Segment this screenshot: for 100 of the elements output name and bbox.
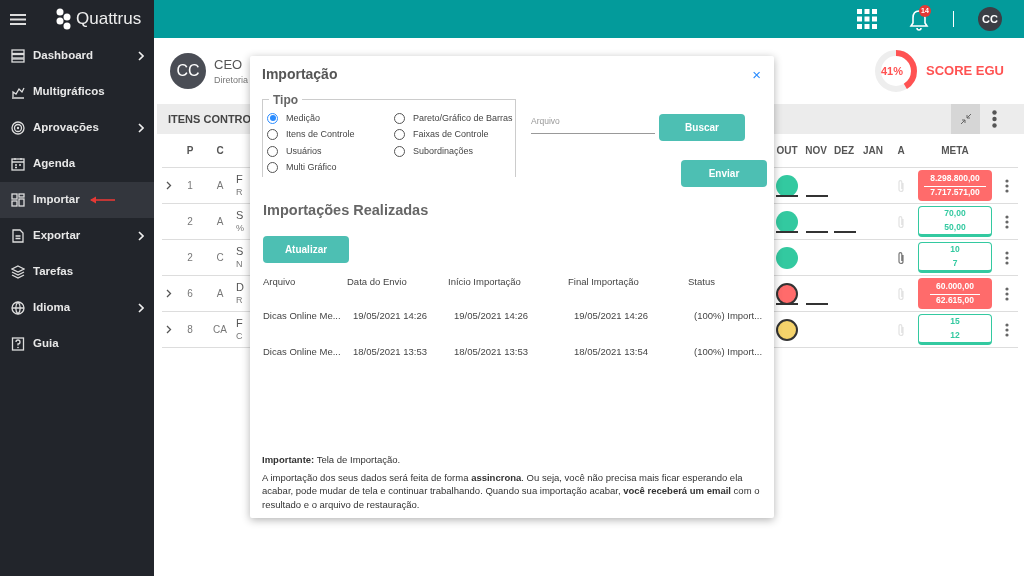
radio-option[interactable]: Usuários bbox=[267, 143, 394, 160]
note-paragraph: A importação dos seus dados será feita de forma assincrona. Ou seja, você não precisa mais ficar esperando ela acabar, pode mudar de tela e continuar trabalhando. Quando sua importação acabar, você receberá um email com o resultado e o arquivo de restauração. bbox=[262, 470, 761, 512]
profile-department: Diretoria bbox=[214, 74, 248, 87]
item-label: Tarefas bbox=[33, 264, 74, 280]
field-label: Arquivo bbox=[531, 116, 560, 126]
score-donut bbox=[874, 49, 918, 93]
radio-option[interactable]: Medição bbox=[267, 110, 394, 127]
item-detail: C bbox=[236, 330, 243, 342]
more-options-icon[interactable] bbox=[1005, 286, 1009, 301]
item-detail: R bbox=[236, 186, 243, 198]
table-cell-text: A bbox=[215, 287, 225, 301]
table-cell-text: A bbox=[215, 179, 225, 193]
meta-actual: 7 bbox=[952, 258, 958, 270]
item-label: Guia bbox=[33, 336, 59, 352]
more-options-icon[interactable] bbox=[1005, 214, 1009, 229]
paperclip-icon[interactable] bbox=[897, 250, 905, 265]
expand-icon[interactable] bbox=[166, 181, 172, 190]
bell-icon[interactable] bbox=[909, 8, 929, 31]
score-value: 41% bbox=[881, 64, 903, 79]
column-header: Final Importação bbox=[568, 274, 640, 289]
sidebar-item[interactable]: Multigráficos bbox=[0, 74, 154, 110]
table-cell-text: 19/05/2021 14:26 bbox=[453, 309, 529, 323]
item-label: Agenda bbox=[33, 156, 76, 172]
table-cell-text: Dicas Online Me... bbox=[263, 345, 342, 359]
column-header: META bbox=[940, 144, 970, 158]
table-cell-text: 18/05/2021 13:53 bbox=[352, 345, 428, 359]
radio-option[interactable]: Faixas de Controle bbox=[394, 126, 519, 143]
more-options-icon[interactable] bbox=[1005, 178, 1009, 193]
menu-icon[interactable] bbox=[10, 13, 26, 25]
sidebar-item[interactable]: Dashboard bbox=[0, 38, 154, 74]
sidebar-item[interactable]: Guia bbox=[0, 326, 154, 362]
chart-icon bbox=[11, 85, 25, 99]
score-label: SCORE EGU bbox=[926, 62, 1004, 81]
list-icon bbox=[11, 49, 25, 63]
apps-grid-icon[interactable] bbox=[857, 9, 877, 29]
user-avatar[interactable]: CC bbox=[978, 7, 1002, 31]
table-cell-text: 19/05/2021 14:26 bbox=[352, 309, 428, 323]
sidebar-item[interactable]: Idioma bbox=[0, 290, 154, 326]
meta-actual: 62.615,00 bbox=[936, 294, 974, 306]
document-icon bbox=[11, 229, 25, 243]
item-detail: N bbox=[236, 258, 243, 270]
column-header: JAN bbox=[862, 144, 884, 158]
item-detail: R bbox=[236, 294, 243, 306]
globe-icon bbox=[11, 301, 25, 315]
calendar-icon bbox=[11, 157, 25, 171]
item-name: F bbox=[236, 173, 243, 187]
collapse-icon bbox=[959, 113, 972, 125]
table-cell-text: (100%) Import... bbox=[693, 309, 764, 323]
expand-icon[interactable] bbox=[166, 289, 172, 298]
column-header: Arquivo bbox=[263, 274, 297, 289]
column-header: C bbox=[215, 144, 225, 158]
more-options-icon[interactable] bbox=[992, 110, 997, 128]
radio-option[interactable]: Itens de Controle bbox=[267, 126, 394, 143]
more-options-icon[interactable] bbox=[1005, 322, 1009, 337]
radio-option[interactable]: Subordinações bbox=[394, 143, 519, 160]
meta-actual: 12 bbox=[950, 330, 960, 342]
meta-target: 8.298.800,00 bbox=[924, 173, 986, 187]
column-header: Data do Envio bbox=[347, 274, 408, 289]
section-title: ITENS CONTRO bbox=[168, 112, 252, 125]
item-label: Exportar bbox=[33, 228, 81, 244]
layers-icon bbox=[11, 265, 25, 279]
sidebar-item[interactable]: Agenda bbox=[0, 146, 154, 182]
item-name: F bbox=[236, 317, 243, 331]
sidebar-item[interactable]: Tarefas bbox=[0, 254, 154, 290]
grid-icon bbox=[11, 193, 25, 207]
column-header: A bbox=[896, 144, 906, 158]
table-cell-text: 2 bbox=[186, 215, 194, 229]
table-cell-text: 19/05/2021 14:26 bbox=[573, 309, 649, 323]
item-name: S bbox=[236, 209, 244, 223]
table-cell-text: 6 bbox=[186, 287, 194, 301]
column-header: P bbox=[185, 144, 195, 158]
table-cell-text: 18/05/2021 13:54 bbox=[573, 345, 649, 359]
dialog-title: Importação bbox=[262, 65, 338, 84]
sidebar-item[interactable]: Exportar bbox=[0, 218, 154, 254]
column-header: OUT bbox=[775, 144, 799, 158]
logo-icon bbox=[56, 8, 72, 30]
table-cell-text: (100%) Import... bbox=[693, 345, 764, 359]
radio-option[interactable]: Pareto/Gráfico de Barras bbox=[394, 110, 519, 127]
table-cell-text: 8 bbox=[186, 323, 194, 337]
profile-role: CEO bbox=[214, 55, 244, 74]
column-header: Status bbox=[688, 274, 716, 289]
section-heading: Importações Realizadas bbox=[263, 201, 430, 220]
sidebar-item[interactable]: Aprovações bbox=[0, 110, 154, 146]
column-header: DEZ bbox=[833, 144, 855, 158]
more-options-icon[interactable] bbox=[1005, 250, 1009, 265]
table-cell-text: Dicas Online Me... bbox=[263, 309, 342, 323]
expand-icon[interactable] bbox=[166, 325, 172, 334]
meta-target: 15 bbox=[950, 315, 960, 327]
sidebar-item[interactable]: Importar bbox=[0, 182, 154, 218]
help-icon bbox=[11, 337, 25, 351]
radio-option[interactable]: Multi Gráfico bbox=[267, 159, 394, 176]
table-cell-text: 2 bbox=[186, 251, 194, 265]
item-label: Idioma bbox=[33, 300, 71, 316]
close-button[interactable]: × bbox=[752, 67, 761, 82]
meta-actual: 50,00 bbox=[944, 222, 966, 234]
column-header: Início Importação bbox=[448, 274, 522, 289]
profile-avatar: CC bbox=[170, 53, 206, 89]
target-icon bbox=[11, 121, 25, 135]
table-cell-text: A bbox=[215, 215, 225, 229]
item-name: D bbox=[236, 281, 244, 295]
